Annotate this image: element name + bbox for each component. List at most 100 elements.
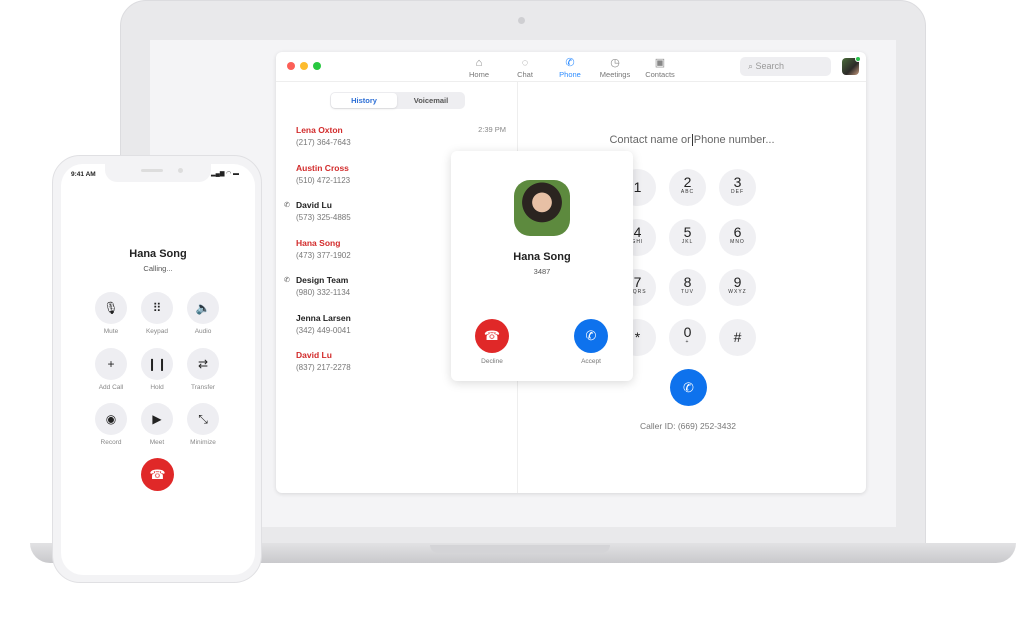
hold-icon: ❙❙ [146, 356, 168, 371]
key-letters: WXYZ [728, 289, 747, 295]
tab-label: Home [468, 70, 489, 79]
tab-label: Phone [559, 70, 581, 79]
history-tabs: History Voicemail [330, 92, 465, 109]
placeholder-part: Contact name or [609, 134, 691, 146]
decline-label: Decline [481, 358, 503, 365]
tab-contacts[interactable]: ▣ Contacts [635, 56, 685, 79]
audio-icon: 🔈 [195, 301, 211, 315]
tab-phone[interactable]: ✆ Phone [545, 56, 595, 79]
key-#[interactable]: # [719, 319, 756, 356]
laptop-camera [518, 17, 525, 24]
key-letters: + [685, 339, 690, 345]
record-button[interactable]: ◉ [95, 403, 127, 435]
button-label: Minimize [190, 439, 216, 446]
chat-icon: ◌ [521, 57, 529, 69]
avatar[interactable] [842, 56, 861, 75]
hold-button[interactable]: ❙❙ [141, 347, 173, 380]
tab-meetings[interactable]: ◷ Meetings [590, 56, 640, 79]
list-item[interactable]: Lena Oxton (217) 364-7643 2:39 PM [296, 125, 506, 147]
key-digit: 0 [683, 324, 692, 340]
key-8[interactable]: 8 TUV [669, 269, 706, 306]
caller-name: Hana Song [513, 251, 571, 263]
contact-name: Lena Oxton [296, 125, 343, 135]
mute-button[interactable]: 🎙 [95, 292, 127, 324]
tab-label: Meetings [599, 70, 631, 79]
decline-button[interactable]: ☎ [475, 319, 509, 353]
placeholder-part: Phone number... [691, 134, 775, 146]
key-0[interactable]: 0 + [669, 319, 706, 356]
key-letters: DEF [731, 189, 744, 195]
end-call-button[interactable]: ☎ [141, 458, 174, 491]
button-label: Audio [194, 328, 212, 335]
tab-label: Contacts [645, 70, 675, 79]
key-digit: 5 [683, 224, 692, 240]
caller-ext: 3487 [533, 267, 551, 276]
transfer-button[interactable]: ⇄ [187, 347, 219, 380]
status-time: 9:41 AM [71, 171, 96, 178]
key-digit: * [634, 329, 641, 345]
call-status: Calling... [143, 264, 173, 273]
outgoing-call-icon: ✆ [284, 202, 290, 209]
key-digit: 3 [733, 174, 742, 190]
key-9[interactable]: 9 WXYZ [719, 269, 756, 306]
incoming-call-popup: Hana Song 3487 ☎ Decline ✆ Accept [451, 151, 633, 381]
record-icon: ◉ [105, 412, 117, 426]
key-6[interactable]: 6 MNO [719, 219, 756, 256]
key-2[interactable]: 2 ABC [669, 169, 706, 206]
caller-id: Caller ID: (669) 252-3432 [640, 421, 736, 431]
close-button[interactable] [287, 62, 295, 70]
home-icon: ⌂ [475, 57, 483, 69]
hang-up-icon: ☎ [149, 467, 166, 482]
contact-phone: (217) 364-7643 [296, 138, 351, 147]
phone-icon: ✆ [565, 57, 575, 69]
outgoing-call-icon: ✆ [284, 277, 290, 284]
audio-button[interactable]: 🔈 [187, 292, 219, 324]
accept-button[interactable]: ✆ [574, 319, 608, 353]
mobile-screen: 9:41 AM ▂▄▆ ◠ ▬ Hana Song Calling... 🎙 Mu… [61, 164, 255, 575]
minimize-icon: ⤡ [198, 412, 208, 426]
mobile-phone: 9:41 AM ▂▄▆ ◠ ▬ Hana Song Calling... 🎙 Mu… [52, 155, 262, 583]
accept-label: Accept [581, 358, 601, 365]
laptop-notch [430, 545, 610, 553]
add-call-icon: + [107, 356, 115, 371]
call-button[interactable]: ✆ [670, 369, 707, 406]
signal-wifi-battery-icon: ▂▄▆ ◠ ▬ [211, 171, 240, 177]
phone-icon: ✆ [585, 328, 597, 343]
tab-chat[interactable]: ◌ Chat [500, 56, 550, 79]
minimize-button[interactable]: ⤡ [187, 403, 219, 435]
transfer-icon: ⇄ [197, 356, 209, 371]
key-3[interactable]: 3 DEF [719, 169, 756, 206]
clock-icon: ◷ [610, 57, 620, 69]
maximize-button[interactable] [313, 62, 321, 70]
dial-input[interactable]: Contact name or Phone number... [518, 134, 866, 146]
call-time: 2:39 PM [478, 125, 506, 134]
tab-home[interactable]: ⌂ Home [454, 56, 504, 79]
key-digit: 6 [733, 224, 742, 240]
minimize-button[interactable] [300, 62, 308, 70]
hang-up-icon: ☎ [483, 328, 501, 343]
key-digit: 1 [633, 179, 642, 195]
keypad-button[interactable]: ⠿ [141, 292, 173, 324]
meet-icon: ▶ [152, 412, 162, 426]
key-digit: 8 [683, 274, 692, 290]
key-digit: 7 [633, 274, 642, 290]
tab-voicemail[interactable]: Voicemail [398, 92, 464, 109]
callee-name: Hana Song [129, 248, 187, 260]
search-icon: ⌕ [748, 61, 756, 71]
tab-history[interactable]: History [331, 93, 397, 108]
keypad-icon: ⠿ [152, 301, 162, 315]
phone-notch [105, 164, 211, 182]
key-digit: 4 [633, 224, 642, 240]
key-5[interactable]: 5 JKL [669, 219, 706, 256]
key-digit: 9 [733, 274, 742, 290]
search-input[interactable]: ⌕ Search [740, 57, 831, 76]
meet-button[interactable]: ▶ [141, 403, 173, 435]
contacts-icon: ▣ [654, 57, 666, 69]
tab-label: Chat [517, 70, 533, 79]
divider [276, 81, 866, 82]
add-call-button[interactable]: + [95, 347, 127, 380]
key-letters: MNO [730, 239, 745, 245]
phone-icon: ✆ [683, 380, 694, 395]
key-digit: 2 [683, 174, 692, 190]
key-letters: JKL [681, 239, 694, 245]
